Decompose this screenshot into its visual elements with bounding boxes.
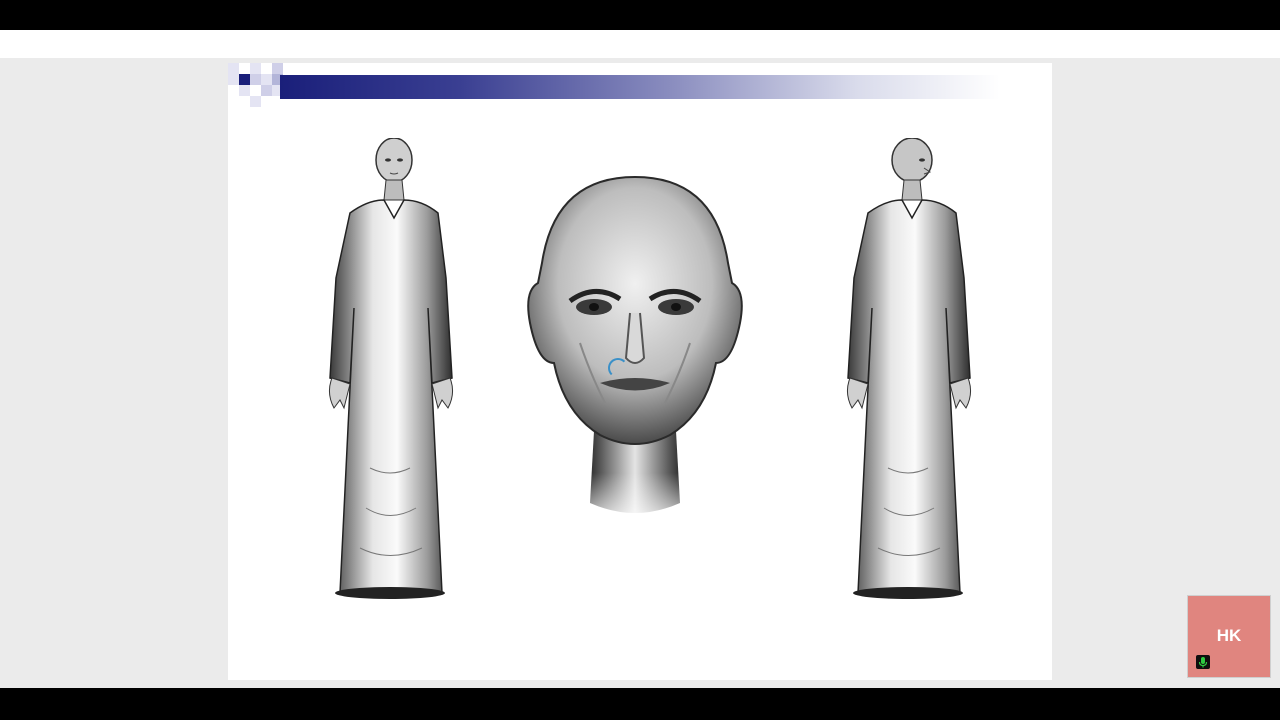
loading-spinner-icon bbox=[608, 358, 628, 378]
top-letterbox-bar bbox=[0, 0, 1280, 30]
slide-header-gradient-bar bbox=[280, 75, 1000, 99]
participant-initials: HK bbox=[1216, 626, 1242, 645]
participant-video-tile[interactable]: HK bbox=[1187, 595, 1271, 678]
figure-front-illustration bbox=[328, 138, 454, 599]
microphone-icon[interactable] bbox=[1196, 655, 1210, 669]
presentation-slide bbox=[228, 63, 1052, 680]
bottom-letterbox-bar bbox=[0, 688, 1280, 720]
slide-header-decoration bbox=[228, 63, 1052, 113]
top-toolbar-strip bbox=[0, 30, 1280, 58]
face-portrait-illustration bbox=[527, 175, 743, 533]
figure-three-quarter-illustration bbox=[846, 138, 972, 599]
